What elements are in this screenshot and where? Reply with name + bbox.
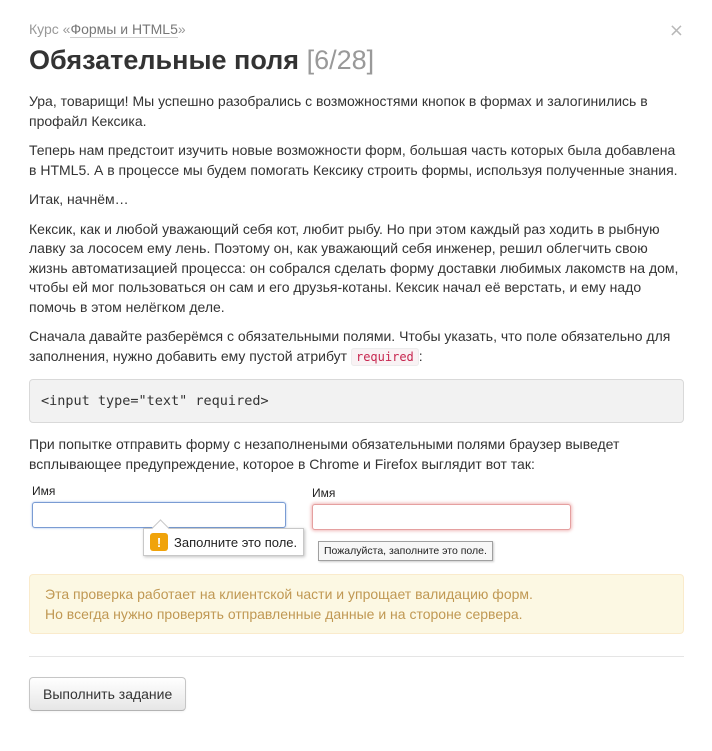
complete-task-button[interactable]: Выполнить задание bbox=[29, 677, 187, 711]
breadcrumb-course-link[interactable]: Формы и HTML5 bbox=[70, 21, 178, 38]
chrome-validation-tooltip: ! Заполните это поле. bbox=[143, 528, 305, 556]
firefox-field-label: Имя bbox=[312, 486, 336, 500]
validation-demo: Имя ! Заполните это поле. Имя Пожалуйста… bbox=[29, 484, 684, 564]
paragraph-start: Итак, начнём… bbox=[29, 191, 129, 207]
chrome-field-label: Имя bbox=[32, 484, 56, 498]
breadcrumb-prefix: Курс « bbox=[29, 21, 71, 37]
notice-line-2: Но всегда нужно проверять отправленные д… bbox=[45, 606, 523, 622]
paragraph-html5: Теперь нам предстоит изучить новые возмо… bbox=[29, 142, 678, 178]
paragraph-story: Кексик, как и любой уважающий себя кот, … bbox=[29, 220, 679, 315]
firefox-name-input[interactable] bbox=[312, 504, 571, 530]
server-validation-notice: Эта проверка работает на клиентской част… bbox=[29, 574, 684, 634]
close-icon[interactable]: × bbox=[669, 22, 684, 40]
step-counter: [6/28] bbox=[306, 45, 375, 75]
code-block: <input type="text" required> bbox=[29, 379, 684, 423]
breadcrumb-suffix: » bbox=[177, 21, 186, 37]
paragraph-required: Сначала давайте разберёмся с обязательны… bbox=[29, 327, 684, 367]
inline-code-required: required bbox=[350, 347, 419, 366]
firefox-demo-field: Имя bbox=[312, 484, 571, 530]
chrome-tooltip-text: Заполните это поле. bbox=[174, 534, 298, 550]
paragraph-required-text: Сначала давайте разберёмся с обязательны… bbox=[29, 328, 671, 364]
notice-line-1: Эта проверка работает на клиентской част… bbox=[45, 586, 533, 602]
paragraph-intro: Ура, товарищи! Мы успешно разобрались с … bbox=[29, 93, 648, 129]
warning-icon: ! bbox=[150, 533, 168, 551]
page-title-text: Обязательные поля bbox=[29, 45, 300, 75]
task-modal: × Курс «Формы и HTML5» Обязательные поля… bbox=[0, 0, 712, 751]
page-title: Обязательные поля [6/28] bbox=[29, 44, 684, 76]
divider bbox=[29, 656, 684, 657]
paragraph-browser-warning: При попытке отправить форму с незаполнен… bbox=[29, 436, 620, 472]
breadcrumb: Курс «Формы и HTML5» bbox=[29, 20, 684, 38]
paragraph-required-colon: : bbox=[418, 347, 423, 364]
firefox-validation-tooltip: Пожалуйста, заполните это поле. bbox=[318, 541, 493, 561]
